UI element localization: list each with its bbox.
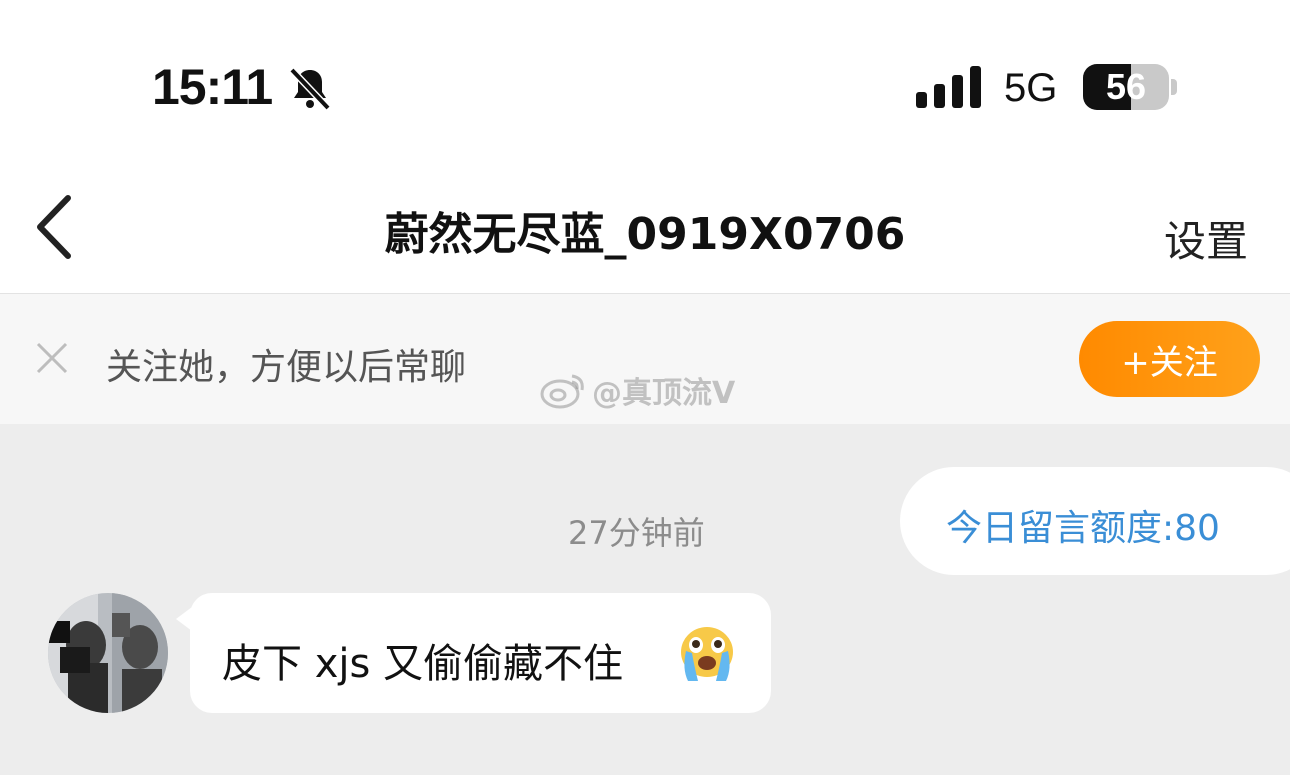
settings-button[interactable]: 设置 xyxy=(1164,208,1248,269)
battery-indicator: 56 xyxy=(1083,64,1169,110)
chevron-left-icon[interactable] xyxy=(28,192,88,262)
avatar-image xyxy=(48,593,168,713)
watermark-text: @真顶流V xyxy=(592,376,736,411)
message-timestamp: 27分钟前 xyxy=(568,514,705,552)
message-quota-bubble: 今日留言额度:80 xyxy=(900,467,1290,575)
status-time: 15:11 xyxy=(152,59,273,115)
close-icon[interactable] xyxy=(32,338,72,378)
message-text: 皮下 xjs 又偷偷藏不住 xyxy=(222,641,624,687)
weibo-logo-icon xyxy=(540,374,584,409)
chat-title: 蔚然无尽蓝_0919X0706 xyxy=(384,209,906,260)
message-quota-text: 今日留言额度:80 xyxy=(946,508,1220,549)
battery-percent: 56 xyxy=(1105,66,1147,107)
cellular-signal-icon xyxy=(916,66,981,108)
message-bubble[interactable]: 皮下 xjs 又偷偷藏不住 xyxy=(176,593,771,713)
network-type: 5G xyxy=(1004,66,1058,110)
watermark: @真顶流V xyxy=(540,368,735,412)
status-bar: 15:11 5G 56 xyxy=(0,0,1290,170)
bubble-tail xyxy=(176,607,192,631)
follow-prompt-text: 关注她，方便以后常聊 xyxy=(106,347,467,388)
chat-header: 蔚然无尽蓝_0919X0706 设置 xyxy=(0,170,1290,294)
avatar[interactable] xyxy=(48,593,168,713)
loudly-crying-face-icon xyxy=(681,627,733,681)
bell-slash-icon xyxy=(289,67,331,111)
battery-nub xyxy=(1171,79,1177,95)
follow-button[interactable]: +关注 xyxy=(1079,321,1260,397)
